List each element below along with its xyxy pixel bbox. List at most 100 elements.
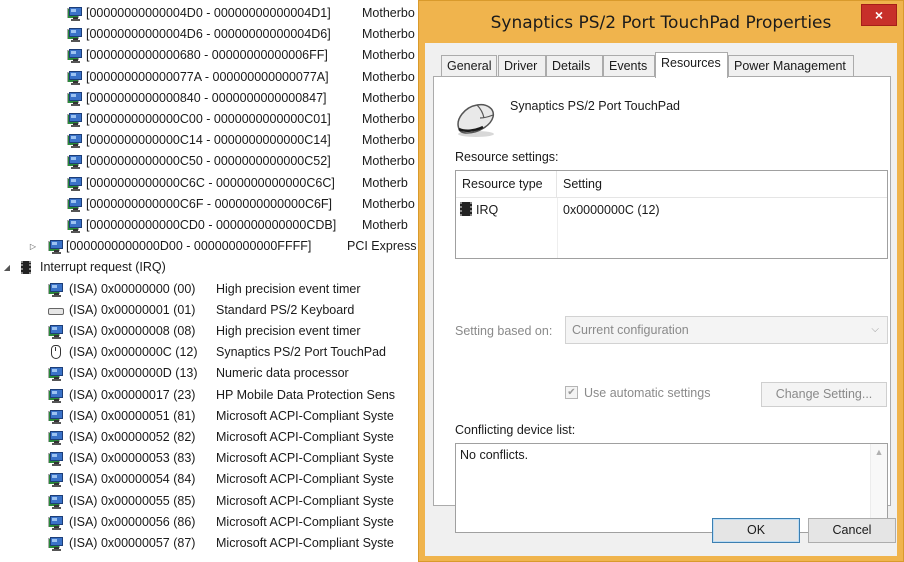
tree-row-irq[interactable]: (ISA) 0x00000052 (82) Microsoft ACPI-Comp… (0, 427, 430, 448)
tree-row-irq[interactable]: (ISA) 0x0000000D (13) Numeric data proces… (0, 363, 430, 384)
irq-number: (ISA) 0x00000000 (00) (69, 281, 196, 296)
irq-device: Microsoft ACPI-Compliant Syste (216, 430, 394, 444)
tab-details[interactable]: Details (546, 55, 603, 77)
tree-row-irq[interactable]: (ISA) 0x00000054 (84) Microsoft ACPI-Comp… (0, 469, 430, 490)
tree-row-irq[interactable]: (ISA) 0x00000000 (00) High precision even… (0, 279, 430, 300)
resource-setting-value: 0x0000000C (12) (563, 203, 660, 217)
memory-range: [0000000000000C00 - 0000000000000C01] (86, 112, 331, 126)
tree-row-irq[interactable]: (ISA) 0x00000055 (85) Microsoft ACPI-Comp… (0, 491, 430, 512)
tree-row-irq[interactable]: (ISA) 0x00000051 (81) Microsoft ACPI-Comp… (0, 406, 430, 427)
tree-row-irq[interactable]: (ISA) 0x0000000C (12) Synaptics PS/2 Port… (0, 342, 430, 363)
memory-device: Motherbo (362, 112, 415, 126)
properties-dialog: Synaptics PS/2 Port TouchPad Properties … (418, 0, 904, 562)
column-setting[interactable]: Setting (557, 171, 879, 198)
tab-events[interactable]: Events (603, 55, 655, 77)
monitor-icon (67, 6, 83, 21)
monitor-icon (48, 282, 64, 297)
tree-row-memory[interactable]: [0000000000000C00 - 0000000000000C01] Mot… (0, 109, 430, 130)
tree-row-irq[interactable]: (ISA) 0x00000017 (23) HP Mobile Data Prot… (0, 385, 430, 406)
tree-row-memory[interactable]: [0000000000000C6C - 0000000000000C6C] Mot… (0, 173, 430, 194)
memory-device: Motherbo (362, 133, 415, 148)
use-automatic-settings-checkbox[interactable]: ✔ (565, 386, 578, 399)
setting-based-on-select[interactable]: Current configuration ⌵ (565, 316, 888, 344)
cancel-button[interactable]: Cancel (808, 518, 896, 543)
tree-row-memory[interactable]: [00000000000004D0 - 00000000000004D1] Mot… (0, 3, 430, 24)
resource-type-value: IRQ (476, 203, 499, 217)
monitor-icon (48, 324, 64, 339)
tree-row-pci[interactable]: ▷ [0000000000000D00 - 000000000000FFFF] PC… (0, 236, 430, 257)
irq-number: (ISA) 0x00000052 (82) (69, 430, 196, 444)
monitor-icon (48, 366, 64, 382)
irq-device: Microsoft ACPI-Compliant Syste (216, 408, 394, 423)
monitor-icon (48, 239, 64, 255)
monitor-icon (67, 197, 83, 212)
irq-number: (ISA) 0x00000051 (81) (69, 408, 196, 423)
irq-number: (ISA) 0x00000001 (01) (69, 302, 196, 317)
tree-row-irq[interactable]: (ISA) 0x00000053 (83) Microsoft ACPI-Comp… (0, 448, 430, 469)
ok-button[interactable]: OK (712, 518, 800, 543)
irq-number: (ISA) 0x00000053 (83) (69, 451, 196, 466)
tree-row-irq[interactable]: (ISA) 0x00000057 (87) Microsoft ACPI-Comp… (0, 533, 430, 554)
device-name: Synaptics PS/2 Port TouchPad (510, 99, 681, 113)
tree-row-memory[interactable]: [0000000000000840 - 0000000000000847] Mot… (0, 88, 430, 109)
tree-row-memory[interactable]: [000000000000077A - 000000000000077A] Mot… (0, 67, 430, 88)
irq-device: Microsoft ACPI-Compliant Syste (216, 493, 394, 508)
memory-range: [00000000000004D6 - 00000000000004D6] (86, 27, 331, 42)
tree-row-irq[interactable]: (ISA) 0x00000001 (01) Standard PS/2 Keybo… (0, 300, 430, 321)
tab-resources[interactable]: Resources (655, 52, 728, 78)
monitor-icon (48, 409, 64, 424)
tree-row-memory[interactable]: [0000000000000C50 - 0000000000000C52] Mot… (0, 151, 430, 172)
monitor-icon (67, 176, 83, 191)
resource-settings-list[interactable]: Resource type Setting IRQ 0x0000000C (12… (455, 170, 888, 259)
expand-arrow-icon[interactable]: ▷ (28, 236, 38, 257)
dialog-titlebar[interactable]: Synaptics PS/2 Port TouchPad Properties … (419, 1, 903, 43)
tree-row-memory[interactable]: [0000000000000CD0 - 0000000000000CDB] Mot… (0, 215, 430, 236)
memory-range: [0000000000000C50 - 0000000000000C52] (86, 154, 331, 169)
memory-range: [0000000000000C14 - 0000000000000C14] (86, 133, 331, 148)
tree-row-irq-category[interactable]: ◢ Interrupt request (IRQ) (0, 257, 430, 278)
irq-device: High precision event timer (216, 324, 361, 338)
monitor-icon (48, 515, 64, 530)
monitor-icon (67, 154, 83, 170)
monitor-icon (67, 70, 83, 85)
resource-row[interactable]: IRQ 0x0000000C (12) (456, 199, 887, 221)
monitor-icon (48, 494, 64, 509)
resource-type-cell: IRQ (460, 199, 498, 221)
tab-general[interactable]: General (441, 55, 497, 77)
chevron-down-icon: ⌵ (871, 324, 879, 335)
memory-range: [0000000000000C6F - 0000000000000C6F] (86, 196, 333, 211)
chip-icon (460, 202, 472, 216)
collapse-arrow-icon[interactable]: ◢ (2, 257, 12, 278)
memory-range: [0000000000000CD0 - 0000000000000CDB] (86, 218, 337, 232)
irq-device: Standard PS/2 Keyboard (216, 302, 355, 317)
tree-row-memory[interactable]: [0000000000000C6F - 0000000000000C6F] Mot… (0, 194, 430, 215)
tab-driver[interactable]: Driver (498, 55, 546, 77)
memory-device: Motherbo (362, 69, 415, 84)
tab-power-management[interactable]: Power Management (728, 55, 854, 77)
monitor-icon (67, 218, 83, 233)
irq-device: Synaptics PS/2 Port TouchPad (216, 345, 387, 360)
tab-panel-resources (433, 76, 891, 506)
memory-device: Motherbo (362, 90, 415, 105)
tree-row-memory[interactable]: [0000000000000680 - 00000000000006FF] Mot… (0, 45, 430, 66)
tree-row-memory[interactable]: [0000000000000C14 - 0000000000000C14] Mot… (0, 130, 430, 151)
irq-device: High precision event timer (216, 281, 361, 296)
tree-row-irq[interactable]: (ISA) 0x00000056 (86) Microsoft ACPI-Comp… (0, 512, 430, 533)
irq-number: (ISA) 0x00000057 (87) (69, 536, 196, 550)
memory-device: Motherbo (362, 27, 415, 42)
irq-number: (ISA) 0x00000017 (23) (69, 387, 196, 402)
dialog-title: Synaptics PS/2 Port TouchPad Properties (490, 13, 832, 33)
column-resource-type[interactable]: Resource type (456, 171, 557, 198)
close-button[interactable]: × (861, 4, 897, 26)
resource-list-header: Resource type Setting (456, 171, 887, 198)
tree-row-irq[interactable]: (ISA) 0x00000008 (08) High precision even… (0, 321, 430, 342)
memory-range: [00000000000004D0 - 00000000000004D1] (86, 6, 331, 20)
tree-row-memory[interactable]: [00000000000004D6 - 00000000000004D6] Mot… (0, 24, 430, 45)
change-setting-button[interactable]: Change Setting... (761, 382, 887, 407)
memory-device: Motherb (362, 175, 408, 190)
memory-range: [0000000000000D00 - 000000000000FFFF] (66, 239, 312, 254)
resource-settings-label: Resource settings: (455, 150, 559, 164)
scroll-up-icon[interactable]: ▲ (871, 447, 887, 457)
monitor-icon (48, 536, 64, 551)
chip-icon (18, 260, 34, 275)
